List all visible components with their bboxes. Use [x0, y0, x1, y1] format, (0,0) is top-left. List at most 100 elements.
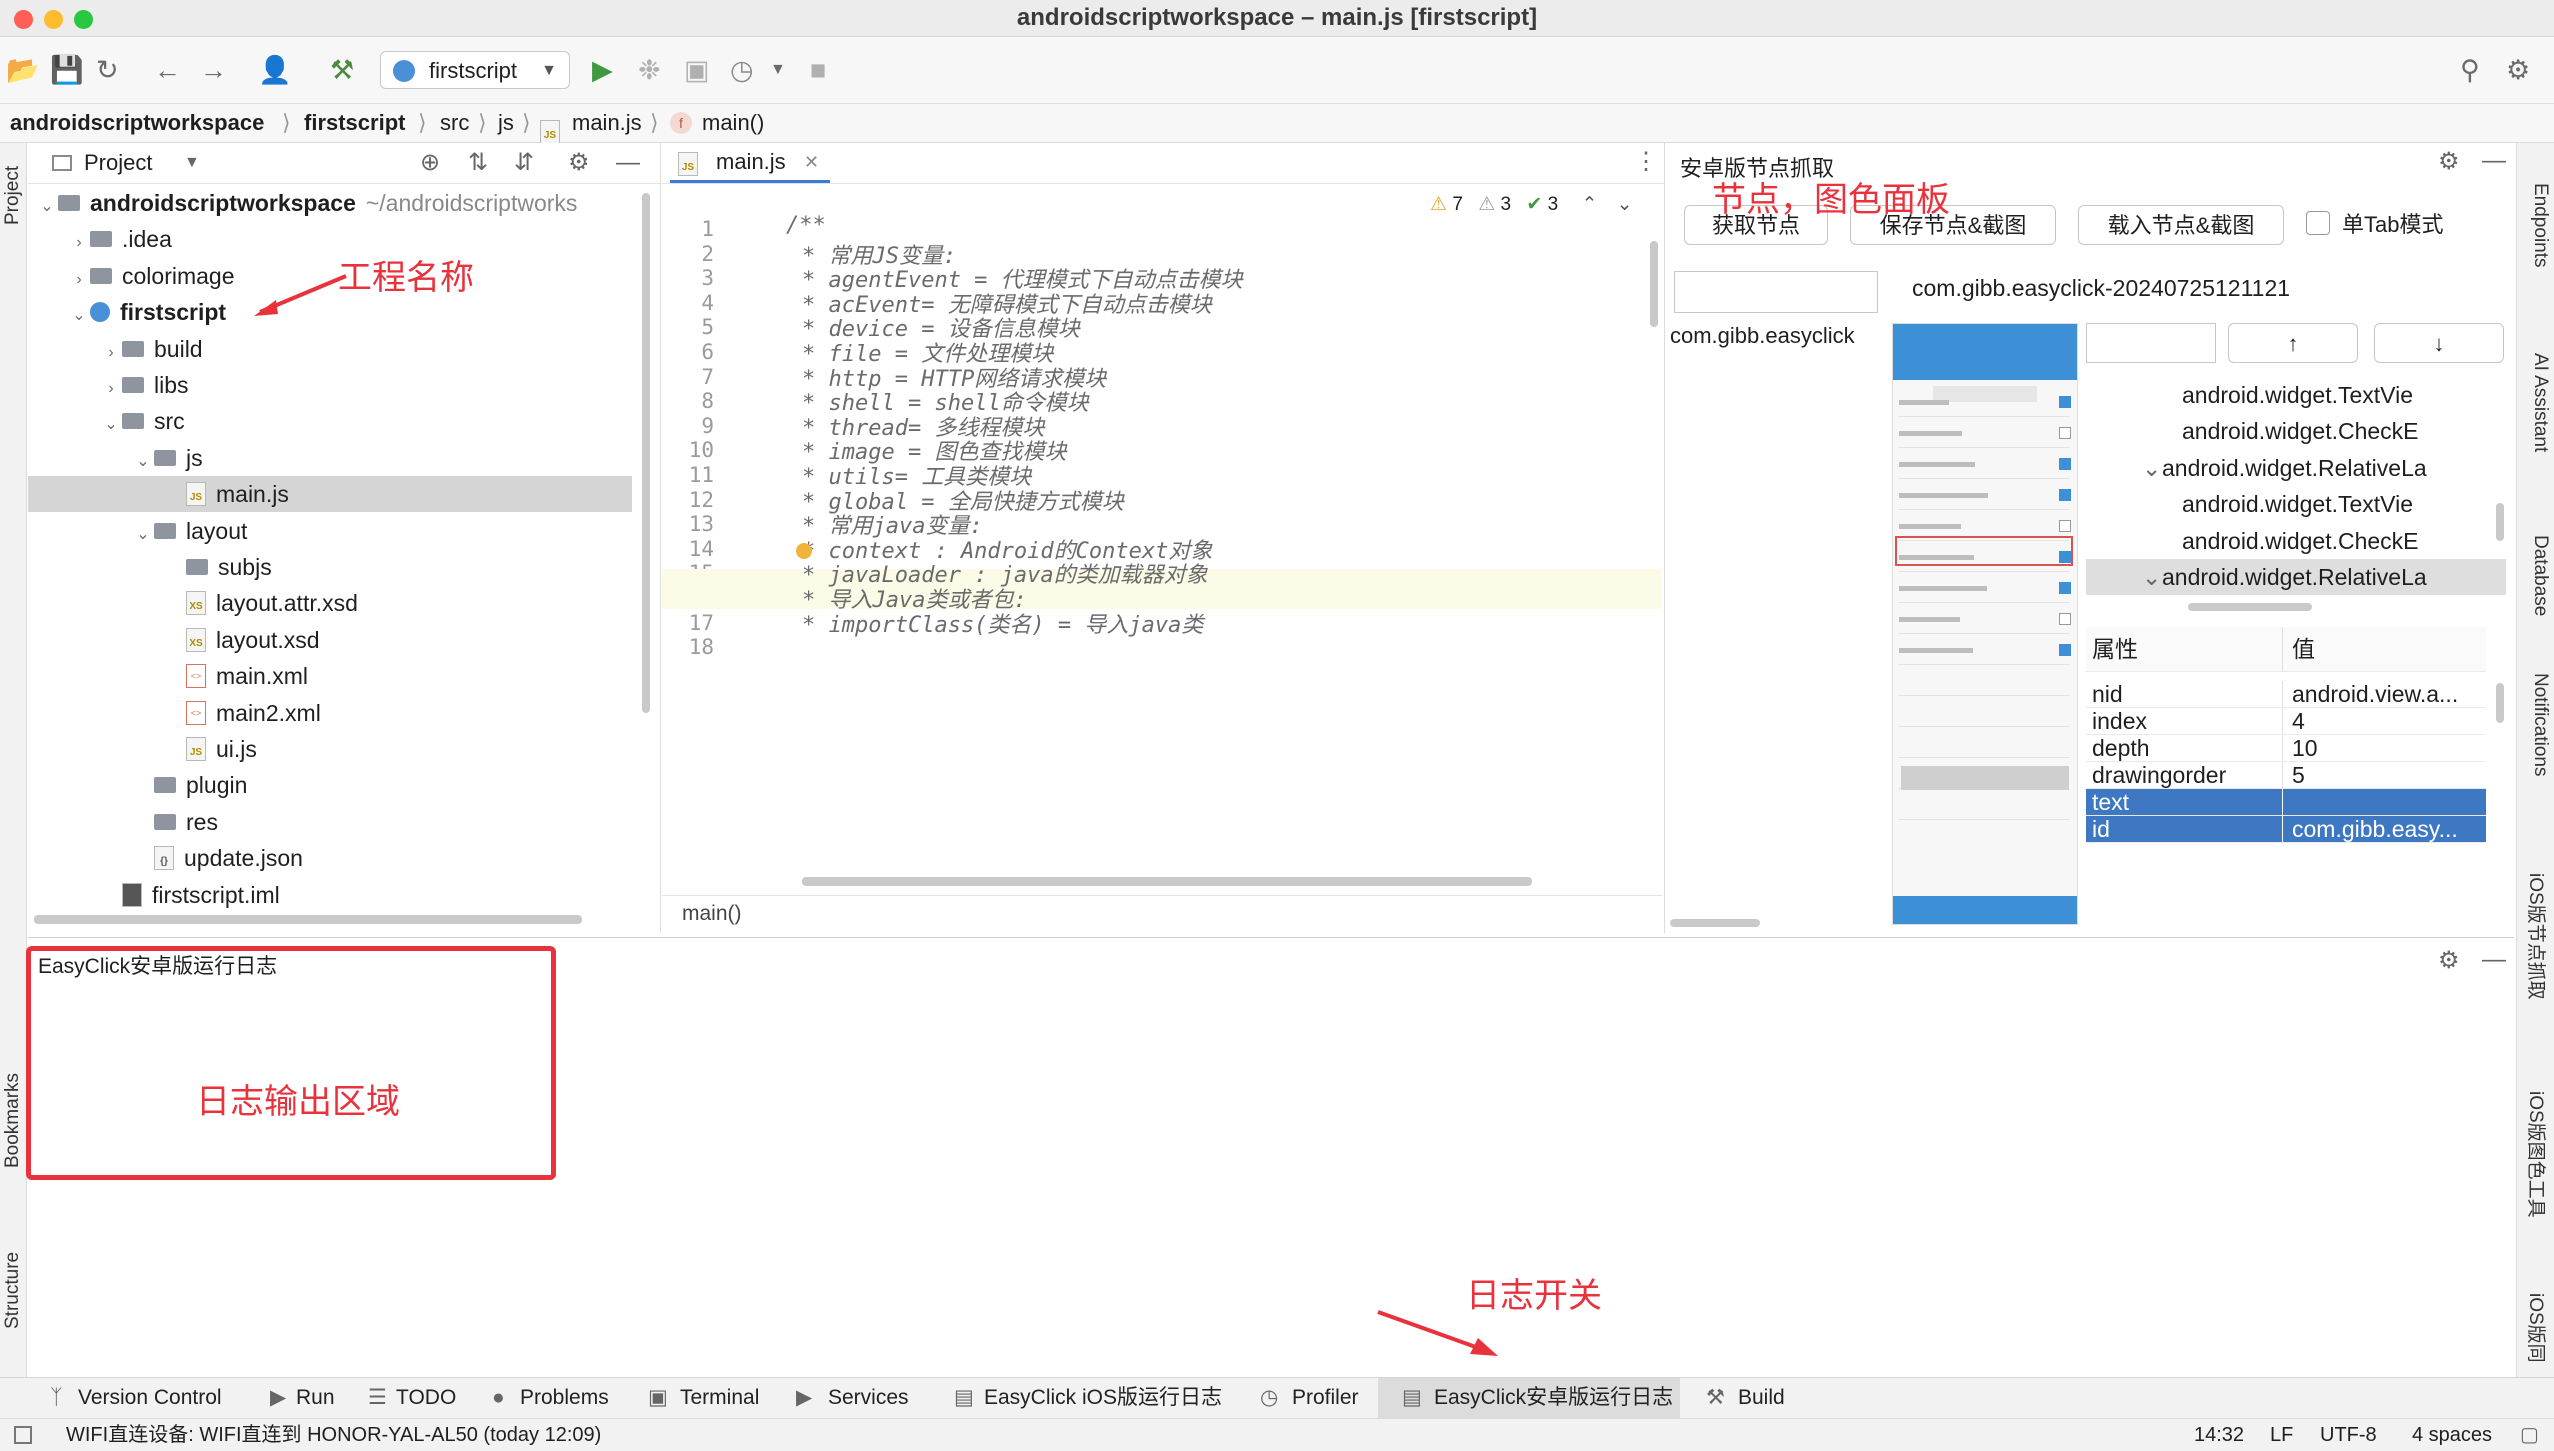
- tree-item[interactable]: <> main2.xml: [28, 695, 632, 731]
- run-icon[interactable]: ▶: [592, 55, 613, 85]
- gear-icon[interactable]: ⚙: [2438, 147, 2460, 176]
- status-encoding[interactable]: UTF-8: [2320, 1419, 2377, 1451]
- ios-sync-tool-tab[interactable]: iOS版同: [2524, 1293, 2551, 1363]
- tree-item[interactable]: › .idea: [28, 221, 632, 257]
- dom-filter-input[interactable]: [2086, 323, 2216, 363]
- expand-all-icon[interactable]: ⇅: [468, 143, 488, 183]
- bottom-tab-run[interactable]: Run: [296, 1378, 335, 1418]
- editor-scrollbar-vertical[interactable]: [1650, 241, 1658, 327]
- endpoints-tool-tab[interactable]: Endpoints: [2529, 183, 2551, 268]
- collapse-all-icon[interactable]: ⇵: [514, 143, 534, 183]
- property-row[interactable]: depth 10: [2086, 735, 2486, 762]
- coverage-icon[interactable]: ▣: [684, 55, 710, 85]
- dom-node[interactable]: android.widget.TextVie: [2086, 486, 2506, 522]
- bottom-tab-profiler[interactable]: Profiler: [1292, 1378, 1359, 1418]
- tree-item[interactable]: JS ui.js: [28, 731, 632, 767]
- hide-panel-icon[interactable]: —: [2482, 147, 2506, 175]
- project-tool-tab[interactable]: Project: [2, 166, 24, 225]
- breadcrumb-src[interactable]: src: [440, 104, 469, 142]
- chevron-right-icon[interactable]: ›: [68, 262, 90, 298]
- bottom-tab-services[interactable]: Services: [828, 1378, 909, 1418]
- properties-scrollbar[interactable]: [2496, 683, 2504, 723]
- node-list-item[interactable]: com.gibb.easyclick: [1670, 323, 1880, 349]
- bottom-tab-ios-log[interactable]: EasyClick iOS版运行日志: [984, 1378, 1222, 1418]
- editor-footer-function[interactable]: main(): [682, 896, 742, 932]
- code-line[interactable]: * importClass(类名) = 导入java类: [802, 607, 1203, 639]
- open-folder-icon[interactable]: 📂: [6, 55, 40, 85]
- chevron-down-icon[interactable]: ⌄: [2142, 559, 2161, 595]
- bulb-icon[interactable]: [796, 543, 812, 559]
- dom-node[interactable]: android.widget.TextVie: [2086, 379, 2506, 413]
- save-icon[interactable]: 💾: [50, 55, 84, 85]
- dom-up-button[interactable]: ↑: [2228, 323, 2358, 363]
- node-list-scrollbar[interactable]: [1670, 919, 1760, 927]
- profile-icon[interactable]: ◷: [730, 55, 754, 85]
- chevron-right-icon[interactable]: ›: [100, 371, 122, 407]
- chevron-down-icon[interactable]: ⌄: [36, 189, 58, 225]
- bottom-tab-build[interactable]: Build: [1738, 1378, 1785, 1418]
- tree-item[interactable]: › libs: [28, 367, 632, 403]
- tree-item[interactable]: › build: [28, 331, 632, 367]
- chevron-up-icon[interactable]: ⌃: [1581, 194, 1597, 215]
- structure-tool-tab[interactable]: Structure: [2, 1252, 24, 1329]
- chevron-down-icon[interactable]: ▼: [184, 143, 200, 183]
- gear-icon[interactable]: ⚙: [2438, 946, 2460, 975]
- ios-color-tool-tab[interactable]: iOS版图色工具: [2524, 1091, 2551, 1218]
- load-nodes-button[interactable]: 载入节点&截图: [2078, 205, 2284, 245]
- build-hammer-icon[interactable]: ⚒: [330, 55, 354, 85]
- chevron-down-icon[interactable]: ⌄: [100, 407, 122, 443]
- node-search-input[interactable]: [1674, 271, 1878, 313]
- property-row[interactable]: nid android.view.a...: [2086, 681, 2486, 708]
- chevron-right-icon[interactable]: ›: [100, 335, 122, 371]
- database-tool-tab[interactable]: Database: [2529, 535, 2551, 616]
- status-line-separator[interactable]: LF: [2270, 1419, 2293, 1451]
- locate-icon[interactable]: ⊕: [420, 143, 440, 183]
- property-row[interactable]: id com.gibb.easy...: [2086, 816, 2486, 843]
- project-panel-title[interactable]: Project: [84, 143, 152, 183]
- status-caret-position[interactable]: 14:32: [2194, 1419, 2244, 1451]
- dom-node[interactable]: android.widget.CheckE: [2086, 413, 2506, 449]
- breadcrumb-function[interactable]: main(): [702, 104, 764, 142]
- status-message[interactable]: WIFI直连设备: WIFI直连到 HONOR-YAL-AL50 (today …: [66, 1419, 601, 1451]
- code-line[interactable]: /**: [786, 213, 826, 238]
- tree-item[interactable]: XS layout.attr.xsd: [28, 585, 632, 621]
- editor-scrollbar-horizontal[interactable]: [802, 877, 1532, 886]
- bottom-tab-todo[interactable]: TODO: [396, 1378, 456, 1418]
- chevron-right-icon[interactable]: ›: [68, 225, 90, 261]
- breadcrumb-workspace[interactable]: androidscriptworkspace: [10, 104, 264, 142]
- inspection-widget[interactable]: ⚠ 7 ⚠ 3 ✔ 3 ⌃ ⌄: [1430, 191, 1633, 219]
- dom-scrollbar-vertical[interactable]: [2496, 503, 2504, 541]
- run-configuration-select[interactable]: firstscript ▼: [380, 51, 570, 89]
- toggle-tool-windows-icon[interactable]: [14, 1426, 32, 1444]
- bottom-tab-version-control[interactable]: Version Control: [78, 1378, 222, 1418]
- tree-item[interactable]: <> main.xml: [28, 658, 632, 694]
- notifications-tool-tab[interactable]: Notifications: [2529, 673, 2551, 777]
- status-indent[interactable]: 4 spaces: [2412, 1419, 2492, 1451]
- bookmarks-tool-tab[interactable]: Bookmarks: [2, 1073, 24, 1168]
- property-row[interactable]: index 4: [2086, 708, 2486, 735]
- chevron-down-icon[interactable]: ⌄: [132, 444, 154, 480]
- bottom-tab-problems[interactable]: Problems: [520, 1378, 609, 1418]
- tree-item[interactable]: ⌄ androidscriptworkspace ~/androidscriptwo…: [28, 185, 632, 221]
- chevron-down-icon[interactable]: ⌄: [68, 298, 90, 334]
- breadcrumb-js[interactable]: js: [498, 104, 514, 142]
- chevron-down-icon[interactable]: ▼: [770, 55, 786, 85]
- debug-icon[interactable]: ❉: [638, 55, 661, 85]
- tree-item[interactable]: ⌄ src: [28, 403, 632, 439]
- bottom-tab-terminal[interactable]: Terminal: [680, 1378, 759, 1418]
- bottom-tab-android-log[interactable]: EasyClick安卓版运行日志: [1434, 1378, 1673, 1418]
- dom-node[interactable]: ⌄ android.widget.RelativeLa: [2086, 559, 2506, 595]
- settings-icon[interactable]: ⚙: [2506, 55, 2530, 85]
- lock-icon[interactable]: ▢: [2520, 1419, 2539, 1451]
- single-tab-checkbox[interactable]: [2306, 211, 2330, 235]
- breadcrumb-file[interactable]: main.js: [572, 104, 642, 142]
- dom-down-button[interactable]: ↓: [2374, 323, 2504, 363]
- tree-item[interactable]: ⌄ js: [28, 440, 632, 476]
- tree-item[interactable]: res: [28, 804, 632, 840]
- search-icon[interactable]: ⚲: [2460, 55, 2480, 85]
- back-icon[interactable]: ←: [154, 55, 181, 85]
- project-scrollbar-vertical[interactable]: [642, 193, 650, 713]
- device-screenshot[interactable]: [1892, 323, 2078, 925]
- tree-item[interactable]: XS layout.xsd: [28, 622, 632, 658]
- tree-item[interactable]: plugin: [28, 767, 632, 803]
